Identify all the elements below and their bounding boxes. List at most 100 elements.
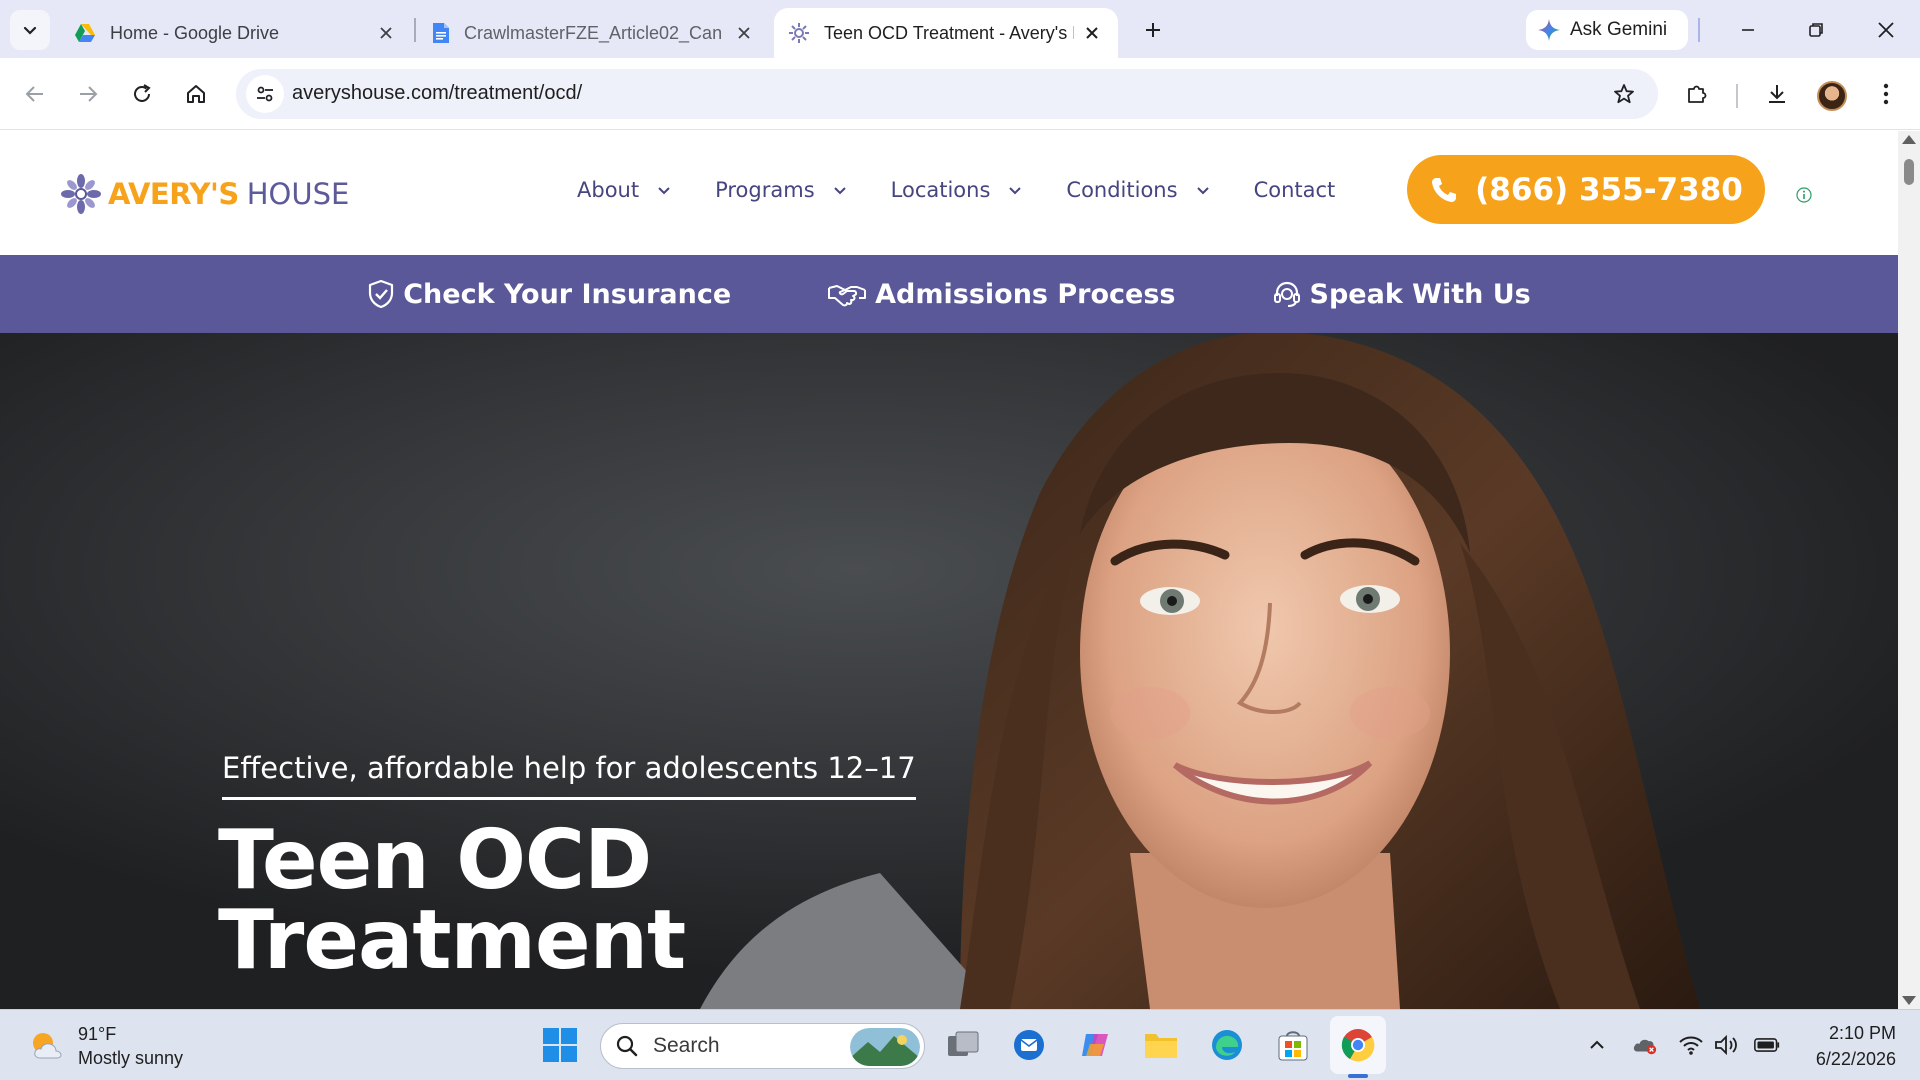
- nav-item-label: Conditions: [1066, 178, 1178, 202]
- taskbar-app-thunderbird[interactable]: [1007, 1023, 1051, 1067]
- reload-button[interactable]: [122, 74, 162, 114]
- downloads-button[interactable]: [1757, 74, 1797, 114]
- hero-title-line2: Treatment: [218, 893, 686, 988]
- reload-icon: [134, 84, 151, 102]
- weather-widget[interactable]: 91°F Mostly sunny: [28, 1022, 183, 1070]
- action-label: Admissions Process: [875, 278, 1176, 310]
- admissions-process-link[interactable]: Admissions Process: [827, 278, 1176, 310]
- chevron-down-icon: [833, 187, 846, 195]
- chevron-up-icon: [1590, 1040, 1604, 1049]
- tab-google-drive[interactable]: Home - Google Drive: [60, 8, 412, 58]
- toolbar-separator: [1736, 84, 1738, 108]
- search-highlight-icon: [850, 1028, 920, 1066]
- restore-button[interactable]: [1792, 8, 1840, 52]
- folder-icon: [1145, 1034, 1177, 1058]
- taskbar-app-copilot[interactable]: [1073, 1023, 1117, 1067]
- home-icon: [187, 85, 205, 103]
- tab-separator: [414, 18, 416, 42]
- back-button[interactable]: [15, 74, 55, 114]
- search-placeholder: Search: [653, 1034, 720, 1057]
- download-icon: [1769, 85, 1785, 103]
- tab-google-doc[interactable]: CrawlmasterFZE_Article02_Can: [418, 8, 770, 58]
- phone-number: (866) 355-7380: [1475, 171, 1743, 208]
- taskbar-app-chrome[interactable]: [1336, 1023, 1380, 1067]
- speak-with-us-link[interactable]: Speak With Us: [1272, 279, 1531, 310]
- taskbar-app-edge[interactable]: [1205, 1023, 1249, 1067]
- tab-close-button[interactable]: [732, 21, 756, 45]
- task-view-button[interactable]: [941, 1023, 985, 1067]
- site-info-button[interactable]: [246, 75, 284, 113]
- url-text[interactable]: averyshouse.com/treatment/ocd/: [292, 82, 582, 105]
- taskbar-app-file-explorer[interactable]: [1139, 1023, 1183, 1067]
- tab-averys-house[interactable]: Teen OCD Treatment - Avery's H: [774, 8, 1118, 58]
- nav-item-about[interactable]: About: [577, 178, 671, 202]
- wifi-tray-button[interactable]: [1678, 1032, 1704, 1058]
- chevron-down-icon: [23, 26, 37, 35]
- taskbar-search[interactable]: Search: [600, 1023, 925, 1069]
- home-button[interactable]: [176, 74, 216, 114]
- info-icon[interactable]: [1796, 187, 1812, 203]
- tab-title: CrawlmasterFZE_Article02_Can: [464, 22, 723, 43]
- logo-word-averys: AVERY'S: [108, 177, 239, 211]
- address-bar[interactable]: averyshouse.com/treatment/ocd/: [236, 69, 1658, 119]
- microsoft-store-icon: [1278, 1031, 1308, 1061]
- bookmark-button[interactable]: [1604, 74, 1644, 114]
- minimize-button[interactable]: [1724, 8, 1772, 52]
- new-tab-button[interactable]: [1133, 10, 1173, 50]
- nav-item-conditions[interactable]: Conditions: [1066, 178, 1209, 202]
- volume-tray-button[interactable]: [1714, 1032, 1740, 1058]
- onedrive-tray-button[interactable]: [1632, 1032, 1658, 1058]
- nav-item-locations[interactable]: Locations: [891, 178, 1023, 202]
- toolbar-separator: [1698, 18, 1700, 42]
- more-vert-icon: [1883, 83, 1889, 105]
- phone-icon: [1432, 177, 1457, 202]
- start-button[interactable]: [538, 1023, 582, 1067]
- browser-tab-strip: Home - Google Drive CrawlmasterFZE_Artic…: [0, 0, 1920, 58]
- active-app-indicator: [1348, 1074, 1368, 1078]
- scroll-thumb[interactable]: [1904, 159, 1914, 185]
- nav-item-programs[interactable]: Programs: [715, 178, 847, 202]
- arrow-right-icon: [80, 86, 98, 102]
- ask-gemini-button[interactable]: Ask Gemini: [1526, 10, 1688, 50]
- tab-close-button[interactable]: [1080, 21, 1104, 45]
- forward-button[interactable]: [68, 74, 108, 114]
- browser-toolbar: averyshouse.com/treatment/ocd/: [0, 58, 1920, 130]
- show-hidden-icons-button[interactable]: [1584, 1032, 1610, 1058]
- gemini-sparkle-icon: [1538, 19, 1560, 41]
- chrome-menu-button[interactable]: [1866, 74, 1906, 114]
- close-icon: [1878, 22, 1894, 38]
- action-label: Speak With Us: [1309, 278, 1531, 310]
- shield-check-icon: [369, 279, 394, 309]
- tab-close-button[interactable]: [374, 21, 398, 45]
- battery-icon: [1754, 1038, 1780, 1052]
- arrow-left-icon: [25, 86, 43, 102]
- action-bar: Check Your Insurance Admissions Process …: [0, 255, 1898, 333]
- profile-avatar[interactable]: [1817, 81, 1847, 111]
- edge-browser-icon: [1212, 1030, 1242, 1060]
- system-clock[interactable]: 2:10 PM 6/22/2026: [1802, 1020, 1896, 1072]
- close-icon: [738, 27, 750, 39]
- tune-icon: [257, 86, 273, 102]
- scroll-down-arrow[interactable]: [1902, 996, 1916, 1005]
- hero-title: Teen OCD Treatment: [218, 820, 686, 982]
- tab-search-button[interactable]: [10, 10, 50, 50]
- close-window-button[interactable]: [1862, 8, 1910, 52]
- copilot-icon: [1082, 1034, 1108, 1056]
- nav-item-label: About: [577, 178, 640, 202]
- chevron-down-icon: [658, 187, 670, 195]
- headset-icon: [1273, 281, 1300, 307]
- chevron-down-icon: [1009, 187, 1022, 195]
- scroll-up-arrow[interactable]: [1902, 135, 1916, 144]
- nav-item-contact[interactable]: Contact: [1254, 178, 1336, 202]
- page-scrollbar[interactable]: [1898, 131, 1920, 1009]
- site-logo[interactable]: AVERY'S HOUSE: [60, 171, 349, 217]
- taskbar-app-store[interactable]: [1271, 1023, 1315, 1067]
- logo-word-house: HOUSE: [246, 177, 350, 211]
- wifi-icon: [1679, 1036, 1703, 1055]
- chevron-down-icon: [1196, 187, 1209, 195]
- close-icon: [1086, 27, 1098, 39]
- call-phone-button[interactable]: (866) 355-7380: [1407, 155, 1765, 224]
- extensions-button[interactable]: [1677, 74, 1717, 114]
- check-insurance-link[interactable]: Check Your Insurance: [367, 279, 731, 310]
- battery-tray-button[interactable]: [1754, 1032, 1780, 1058]
